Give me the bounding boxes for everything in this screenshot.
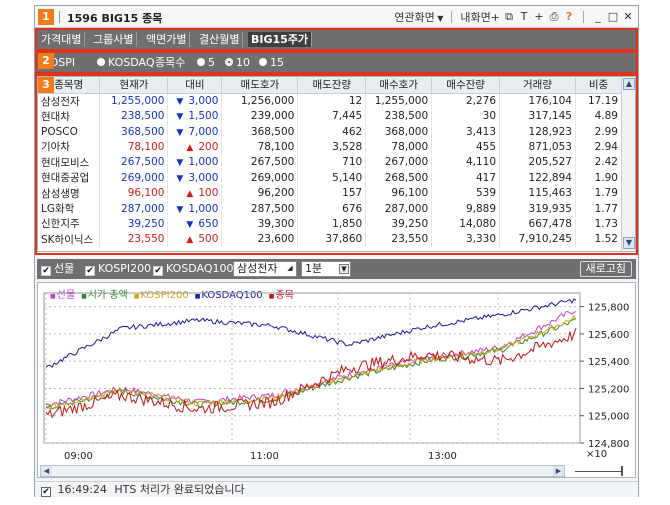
window-link-icon[interactable]: ⧉ bbox=[503, 10, 515, 24]
y-tick-label: 125,200 bbox=[588, 384, 629, 395]
checkbox-checked-icon: ✔ bbox=[85, 266, 95, 276]
annotation-badge-1: 1 bbox=[38, 9, 54, 25]
stock-select-value: 삼성전자 bbox=[237, 262, 278, 275]
highlight-box-2 bbox=[35, 51, 638, 74]
status-time: 16:49:24 bbox=[57, 483, 107, 496]
plus-icon: + bbox=[490, 11, 500, 24]
interval-select[interactable]: 1분 ▼ bbox=[301, 261, 351, 277]
y-tick-label: 125,400 bbox=[588, 357, 629, 368]
text-size-icon[interactable]: T bbox=[518, 10, 530, 24]
my-screen-button[interactable]: 내화면+ bbox=[460, 9, 500, 25]
related-screen-button[interactable]: 연관화면 ▼ bbox=[394, 9, 443, 25]
series-line-2 bbox=[45, 318, 577, 410]
zoom-slider-handle[interactable] bbox=[621, 466, 623, 476]
annotation-badge-2: 2 bbox=[38, 53, 54, 69]
stock-select[interactable]: 삼성전자 ◢ bbox=[233, 261, 297, 277]
window-title: 1596 BIG15 종목 bbox=[67, 12, 163, 25]
my-screen-label: 내화면 bbox=[460, 11, 491, 24]
y-tick-label: 125,600 bbox=[588, 330, 629, 341]
toolbar-separator bbox=[451, 11, 453, 23]
resize-grip-icon: ◢ bbox=[287, 264, 293, 272]
annotation-badge-3: 3 bbox=[38, 77, 54, 93]
chart-controls-bar: ✔ 선물 ✔ KOSPI200 ✔ KOSDAQ100 삼성전자 ◢ 1분 ▼ 새로고침 bbox=[37, 259, 636, 279]
add-icon[interactable]: + bbox=[533, 10, 545, 24]
chevron-down-icon: ▼ bbox=[339, 264, 349, 274]
kospi200-label: KOSPI200 bbox=[98, 262, 152, 275]
scroll-right-icon[interactable]: ▶ bbox=[553, 466, 564, 476]
title-bar: 1 1596 BIG15 종목 연관화면 ▼ 내화면+ ⧉ T + ⎙ ? _ … bbox=[35, 6, 638, 28]
main-window: 1 1596 BIG15 종목 연관화면 ▼ 내화면+ ⧉ T + ⎙ ? _ … bbox=[34, 5, 639, 497]
x-tick-label: 11:00 bbox=[250, 451, 279, 462]
highlight-box-3 bbox=[35, 74, 638, 255]
futures-label: 선물 bbox=[54, 262, 75, 275]
status-checkbox-icon: ✔ bbox=[41, 487, 51, 497]
line-chart: ■선물 ■시가 총액 ■KOSPI200 ■KOSDAQ100 ■종목 125,800 1… bbox=[37, 282, 636, 478]
print-icon[interactable]: ⎙ bbox=[548, 10, 560, 24]
minimize-icon[interactable]: _ bbox=[592, 10, 604, 24]
dropdown-arrow-icon: ▼ bbox=[434, 14, 444, 23]
chart-horizontal-scrollbar[interactable]: ◀ ▶ bbox=[40, 465, 565, 477]
title-separator bbox=[59, 11, 60, 23]
close-icon[interactable]: ✕ bbox=[622, 10, 634, 24]
kospi200-checkbox[interactable]: ✔ KOSPI200 bbox=[85, 262, 151, 276]
maximize-icon[interactable]: □ bbox=[607, 10, 619, 24]
chart-canvas: 125,800125,600125,400125,200125,000124,8… bbox=[43, 292, 629, 462]
highlight-box-1 bbox=[35, 28, 638, 51]
futures-checkbox[interactable]: ✔ 선물 bbox=[41, 262, 74, 276]
y-tick-label: 125,000 bbox=[588, 412, 629, 423]
toolbar-separator bbox=[583, 11, 584, 23]
checkbox-checked-icon: ✔ bbox=[153, 266, 163, 276]
x-tick-label: 09:00 bbox=[64, 451, 93, 462]
kosdaq100-checkbox[interactable]: ✔ KOSDAQ100 bbox=[153, 262, 234, 276]
y-tick-label: 125,800 bbox=[588, 303, 629, 314]
x-tick-label: 13:00 bbox=[428, 451, 457, 462]
zoom-slider-track bbox=[575, 471, 621, 472]
series-line-4 bbox=[45, 298, 577, 368]
series-line-1 bbox=[45, 311, 577, 407]
status-bar: ✔ 16:49:24 HTS 처리가 완료되었습니다 bbox=[35, 481, 638, 497]
checkbox-checked-icon: ✔ bbox=[41, 266, 51, 276]
interval-select-value: 1분 bbox=[305, 262, 323, 275]
plot-frame bbox=[43, 292, 581, 444]
help-icon[interactable]: ? bbox=[563, 10, 575, 24]
refresh-button[interactable]: 새로고침 bbox=[579, 261, 632, 277]
y-multiplier-label: ×10 bbox=[586, 449, 607, 460]
title-toolbar: 연관화면 ▼ 내화면+ ⧉ T + ⎙ ? _ □ ✕ bbox=[394, 9, 634, 25]
related-screen-label: 연관화면 bbox=[394, 11, 435, 24]
series-line-5 bbox=[45, 328, 577, 419]
zoom-slider[interactable] bbox=[571, 464, 627, 478]
status-message: HTS 처리가 완료되었습니다 bbox=[114, 483, 245, 496]
scroll-left-icon[interactable]: ◀ bbox=[41, 466, 52, 476]
kosdaq100-label: KOSDAQ100 bbox=[166, 262, 234, 275]
series-line-3 bbox=[45, 314, 577, 411]
